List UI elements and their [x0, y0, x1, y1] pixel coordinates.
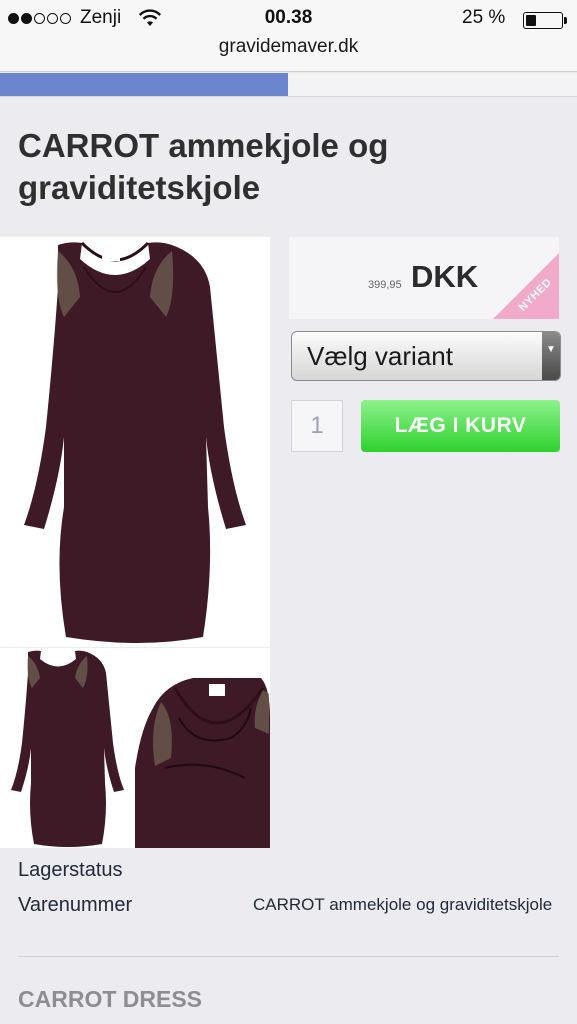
- add-to-cart-button[interactable]: LÆG I KURV: [361, 400, 560, 452]
- address-bar-url[interactable]: gravidemaver.dk: [0, 36, 577, 58]
- product-main-image[interactable]: [0, 237, 270, 647]
- price-box: 399,95 DKK NYHED: [289, 237, 559, 319]
- status-bar: Zenji 00.38 25 %: [0, 4, 577, 32]
- nav-strip: [0, 73, 577, 97]
- dress-thumbnail-front: [11, 650, 124, 847]
- chevron-down-icon: ▼: [542, 332, 560, 380]
- dress-front-image: [24, 241, 246, 644]
- product-thumbnail-1[interactable]: [0, 648, 135, 848]
- divider: [18, 956, 559, 957]
- battery-percent: 25 %: [462, 7, 506, 28]
- product-thumbnail-2[interactable]: [135, 648, 270, 848]
- variant-select-label: Vælg variant: [307, 341, 453, 371]
- dress-thumbnail-nursing-detail: [135, 678, 270, 848]
- price-amount: 399,95: [368, 279, 402, 291]
- browser-top-bar: Zenji 00.38 25 % gravidemaver.dk: [0, 0, 577, 72]
- quantity-input[interactable]: 1: [291, 400, 343, 452]
- nav-tab-inactive[interactable]: [289, 73, 577, 96]
- battery-icon: [523, 12, 563, 29]
- nav-tab-active[interactable]: [0, 73, 288, 96]
- sku-label: Varenummer: [18, 894, 133, 916]
- product-title: CARROT ammekjole og graviditetskjole: [18, 127, 389, 206]
- price-currency: DKK: [411, 259, 479, 294]
- stock-status-label: Lagerstatus: [18, 859, 123, 881]
- description-heading: CARROT DRESS: [18, 986, 203, 1012]
- variant-select[interactable]: Vælg variant ▼: [291, 331, 561, 381]
- sku-value: CARROT ammekjole og graviditetskjole: [253, 895, 553, 914]
